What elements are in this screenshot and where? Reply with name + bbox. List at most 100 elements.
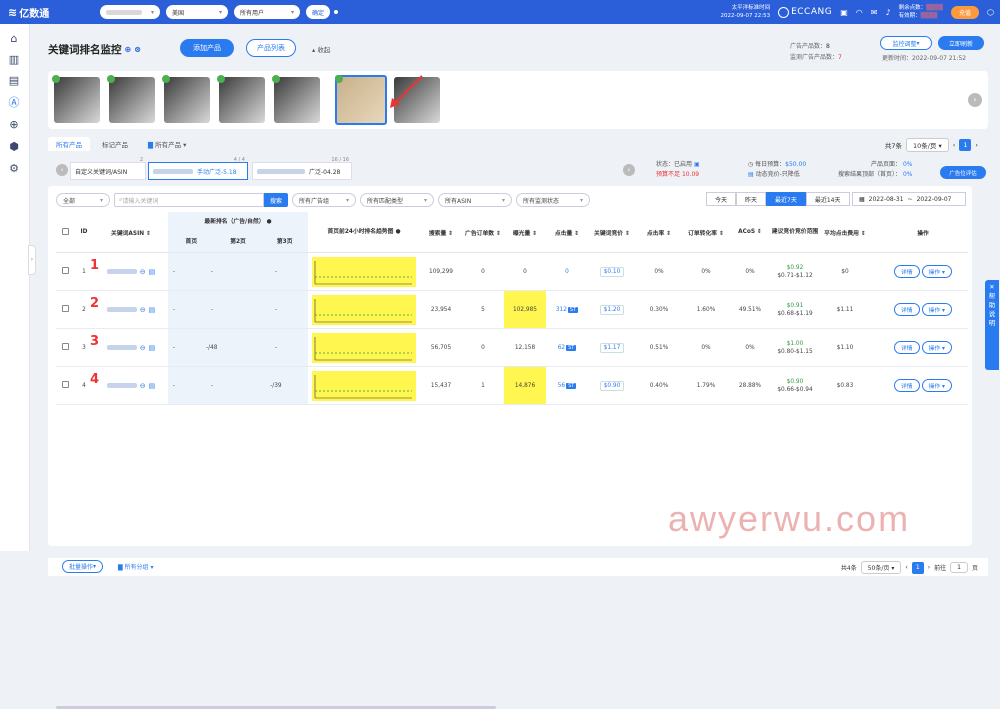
bulk-action-button[interactable]: 批量操作 ▾ <box>62 560 104 573</box>
select-all-checkbox[interactable] <box>61 227 69 235</box>
tab-all-products[interactable]: 所有产品 <box>48 137 90 151</box>
detail-button[interactable]: 详情 <box>894 303 920 316</box>
chart-icon[interactable]: ▥ <box>7 53 21 67</box>
campaign-tab-broad[interactable]: 广泛-04.28 16 / 16 <box>252 157 352 180</box>
st-badge[interactable]: ST <box>566 382 577 389</box>
col-keyword[interactable]: 关键词ASIN ⇕ <box>94 212 168 253</box>
col-acos[interactable]: ACoS ⇕ <box>730 212 770 253</box>
page-number[interactable]: 1 <box>959 139 972 151</box>
product-thumbnail[interactable] <box>162 75 210 123</box>
doc-icon[interactable]: ▤ <box>149 344 156 352</box>
next-page-icon[interactable]: › <box>928 564 930 571</box>
goto-page-input[interactable]: 1 <box>950 562 968 573</box>
campaign-tab-manual[interactable]: 手动广泛-5.18 4 / 4 <box>148 157 248 180</box>
tab-last-14-days[interactable]: 最近14天 <box>805 192 850 206</box>
row-checkbox[interactable] <box>61 381 69 388</box>
prev-page-icon[interactable]: ‹ <box>905 564 907 571</box>
group-select[interactable]: ▇ 所有分组 ▾ <box>118 562 153 571</box>
market-select[interactable]: 美国 ▾ <box>166 5 228 19</box>
col-search-volume[interactable]: 搜索量 ⇕ <box>420 212 462 253</box>
info-icon[interactable]: ● <box>267 219 272 225</box>
page-size-select[interactable]: 10条/页 ▾ <box>905 138 949 152</box>
close-icon[interactable]: ✕ <box>985 283 999 292</box>
col-orders[interactable]: 广告订单数 ⇕ <box>462 212 504 253</box>
doc-icon[interactable]: ▤ <box>149 268 156 276</box>
st-badge[interactable]: ST <box>567 306 579 313</box>
detail-button[interactable]: 详情 <box>894 379 920 392</box>
help-sidebar-button[interactable]: ✕ 帮助说明 <box>985 280 999 370</box>
next-arrow-icon[interactable]: › <box>968 93 982 107</box>
bell-icon[interactable]: ♪ <box>885 8 890 17</box>
doc-icon[interactable]: ▤ <box>149 382 156 390</box>
tools-icon[interactable]: ⚙ <box>7 162 21 176</box>
keyword-text[interactable] <box>106 345 137 350</box>
settings-hex-icon[interactable]: ⬡ <box>987 8 994 17</box>
add-product-button[interactable]: 添加产品 <box>180 39 234 57</box>
target-icon[interactable]: ⊕ <box>7 118 21 132</box>
date-range-picker[interactable]: ▦ 2022-08-31 ~2022-09-07 <box>852 192 966 206</box>
page-number[interactable]: 1 <box>911 561 924 574</box>
product-thumbnail[interactable] <box>52 75 100 123</box>
product-thumbnail[interactable] <box>272 75 320 123</box>
mail-icon[interactable]: ✉ <box>871 8 878 17</box>
action-dropdown[interactable]: 操作 ▾ <box>921 341 952 354</box>
page-size-select[interactable]: 50条/页 ▾ <box>860 561 902 574</box>
keyword-text[interactable] <box>106 269 137 274</box>
col-cpc[interactable]: 平均点击费用 ⇕ <box>820 212 870 253</box>
col-cvr[interactable]: 订单转化率 ⇕ <box>682 212 730 253</box>
bid-input[interactable]: $0.90 <box>599 380 625 391</box>
product-list-button[interactable]: 产品列表 <box>246 39 296 57</box>
bid-input[interactable]: $1.17 <box>599 342 625 353</box>
sync-icon[interactable]: ⊖ <box>140 344 146 352</box>
a-icon[interactable]: Ⓐ <box>7 96 21 110</box>
sync-icon[interactable]: ⊗ <box>134 45 141 54</box>
search-input[interactable]: ⌕ 请输入关键词 <box>114 193 264 207</box>
headset-icon[interactable]: ◠ <box>856 8 863 17</box>
confirm-button[interactable]: 确定 <box>306 5 331 19</box>
store-select[interactable]: ▾ <box>100 5 160 19</box>
bid-input[interactable]: $0.10 <box>599 266 625 277</box>
row-checkbox[interactable] <box>61 305 69 312</box>
keyword-text[interactable] <box>106 383 137 388</box>
bid-input[interactable]: $1.20 <box>599 304 625 315</box>
tab-today[interactable]: 今天 <box>706 192 737 206</box>
search-button[interactable]: 搜索 <box>264 193 289 207</box>
tab-marked-products[interactable]: 标记产品 <box>94 137 136 151</box>
st-badge[interactable]: ST <box>566 344 577 351</box>
action-dropdown[interactable]: 操作 ▾ <box>921 303 952 316</box>
edit-icon[interactable]: ▣ <box>694 161 700 168</box>
campaign-tab-custom[interactable]: 自定义关键词/ASIN 2 <box>70 157 146 180</box>
next-arrow-icon[interactable]: › <box>623 164 635 176</box>
next-page-icon[interactable]: › <box>975 141 978 149</box>
row-checkbox[interactable] <box>61 267 69 274</box>
monitor-status-select[interactable]: 所有监测状态 ▾ <box>516 193 591 207</box>
app-logo[interactable]: ≋ 亿数通 <box>0 5 66 20</box>
detail-button[interactable]: 详情 <box>894 265 920 278</box>
gift-icon[interactable]: ▣ <box>840 8 848 17</box>
group-filter[interactable]: ▇ 所有产品 ▾ <box>140 137 194 151</box>
cube-icon[interactable]: ⬢ <box>7 140 21 154</box>
home-icon[interactable]: ⌂ <box>7 32 21 46</box>
refresh-button[interactable]: 立即刷新 <box>938 36 984 50</box>
ads-icon[interactable]: ▤ <box>7 74 21 88</box>
keyword-text[interactable] <box>106 307 137 312</box>
collapse-toggle[interactable]: ▴ 收起 <box>312 44 330 54</box>
sync-icon[interactable]: ⊖ <box>140 268 146 276</box>
action-dropdown[interactable]: 操作 ▾ <box>921 379 952 392</box>
col-impressions[interactable]: 曝光量 ⇕ <box>504 212 546 253</box>
col-ctr[interactable]: 点击率 ⇕ <box>636 212 682 253</box>
match-type-select[interactable]: 所有匹配类型 ▾ <box>360 193 435 207</box>
asin-select[interactable]: 所有ASIN ▾ <box>438 193 513 207</box>
col-clicks[interactable]: 点击量 ⇕ <box>546 212 588 253</box>
placement-eval-button[interactable]: 广告位评估 <box>940 166 986 179</box>
sync-icon[interactable]: ⊖ <box>140 382 146 390</box>
status-select[interactable]: 全部 ▾ <box>56 193 110 207</box>
sync-icon[interactable]: ⊖ <box>140 306 146 314</box>
doc-icon[interactable]: ▤ <box>149 306 156 314</box>
action-dropdown[interactable]: 操作 ▾ <box>921 265 952 278</box>
tab-last-7-days[interactable]: 最近7天 <box>766 192 806 206</box>
product-thumbnail[interactable] <box>107 75 155 123</box>
add-circle-icon[interactable]: ⊕ <box>125 45 132 54</box>
prev-page-icon[interactable]: ‹ <box>953 141 956 149</box>
tab-yesterday[interactable]: 昨天 <box>736 192 767 206</box>
